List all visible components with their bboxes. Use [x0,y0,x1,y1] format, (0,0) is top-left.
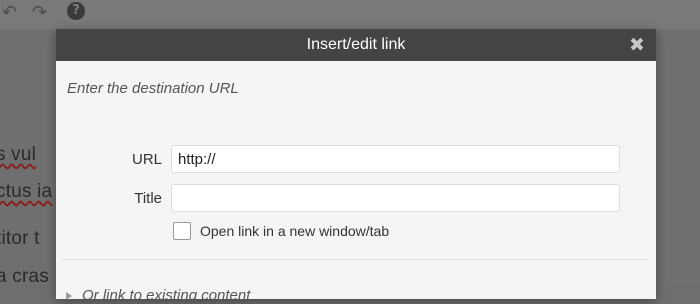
editor-text-line: ctus ia [0,181,53,202]
instructions-text: Enter the destination URL [67,80,239,97]
new-window-checkbox[interactable] [173,222,191,240]
existing-content-toggle[interactable]: Or link to existing content [82,287,250,304]
title-label: Title [134,190,162,207]
dialog-header: Insert/edit link ✖ [56,29,656,61]
new-window-label[interactable]: Open link in a new window/tab [200,223,389,239]
editor-text-line: s vul [0,144,37,165]
close-icon[interactable]: ✖ [628,36,646,55]
link-dialog: Insert/edit link ✖ Enter the destination… [56,29,656,304]
title-input[interactable] [171,184,620,212]
dialog-title: Insert/edit link [306,36,406,53]
expand-arrow-icon[interactable] [66,292,72,300]
help-icon[interactable]: ? [67,2,85,20]
dialog-body: Enter the destination URL URL Title Open… [56,61,656,304]
url-input[interactable] [171,145,620,173]
divider [62,259,648,260]
redo-icon[interactable]: ↷ [32,3,47,21]
editor-toolbar: ↶ ↷ ? [0,0,700,31]
undo-icon[interactable]: ↶ [2,3,17,21]
editor-text-line: titor t [0,228,40,249]
url-label: URL [131,151,162,168]
